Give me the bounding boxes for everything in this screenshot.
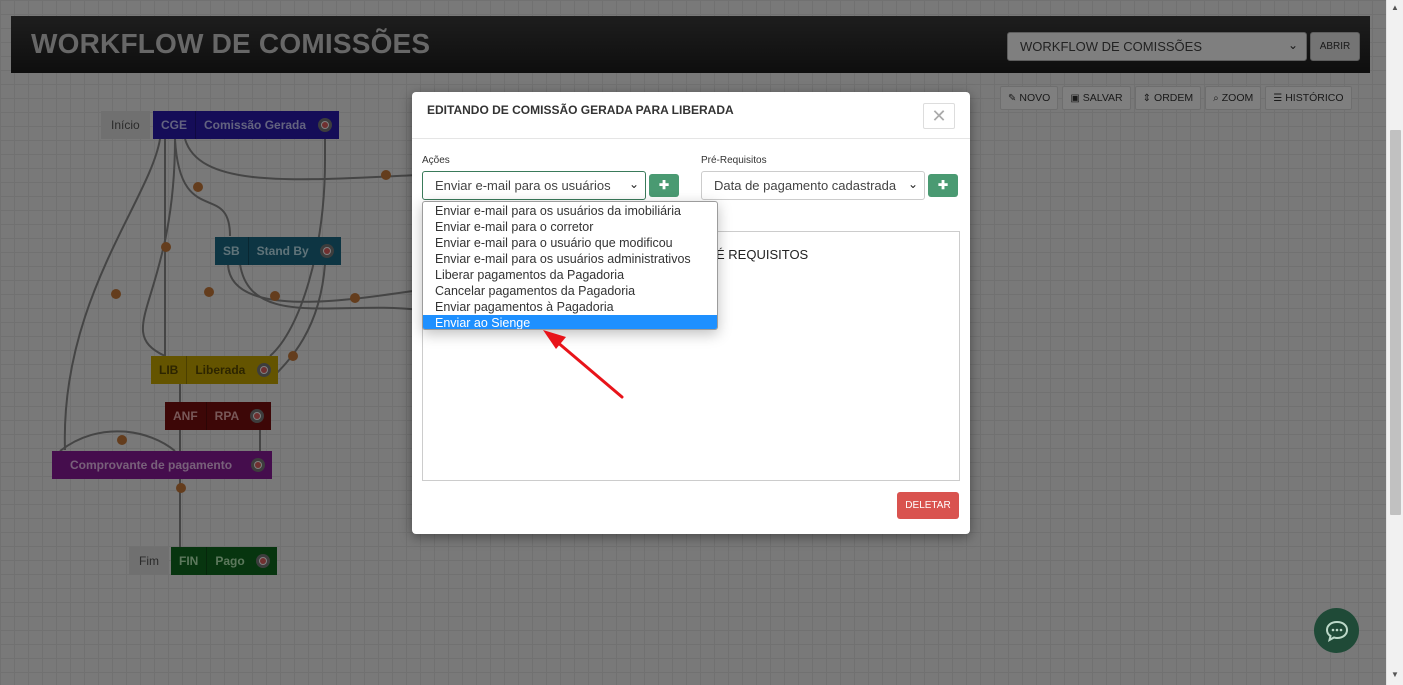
prerequisites-select[interactable]: Data de pagamento cadastrada ⌄ — [701, 171, 925, 200]
prerequisites-heading: É REQUISITOS — [716, 247, 809, 262]
dropdown-option[interactable]: Cancelar pagamentos da Pagadoria — [423, 283, 717, 299]
add-prerequisite-button[interactable]: ✚ — [928, 174, 958, 197]
add-action-button[interactable]: ✚ — [649, 174, 679, 197]
prerequisites-select-value: Data de pagamento cadastrada — [714, 178, 897, 193]
plus-icon: ✚ — [937, 178, 949, 192]
scroll-up-icon[interactable]: ▲ — [1391, 3, 1399, 12]
delete-button[interactable]: DELETAR — [897, 492, 959, 519]
close-icon: ✕ — [931, 106, 947, 126]
actions-dropdown-list: Enviar e-mail para os usuários da imobil… — [422, 201, 718, 330]
chat-icon — [1325, 620, 1348, 642]
close-button[interactable]: ✕ — [923, 103, 955, 129]
page-scrollbar[interactable]: ▲ ▼ — [1386, 0, 1403, 685]
chevron-down-icon: ⌄ — [626, 177, 639, 191]
dropdown-option[interactable]: Enviar e-mail para os usuários administr… — [423, 251, 717, 267]
dropdown-option[interactable]: Enviar pagamentos à Pagadoria — [423, 299, 717, 315]
modal-title: EDITANDO DE COMISSÃO GERADA PARA LIBERAD… — [427, 103, 734, 117]
dropdown-option-selected[interactable]: Enviar ao Sienge — [423, 315, 717, 329]
chat-button[interactable] — [1314, 608, 1359, 653]
dropdown-option[interactable]: Enviar e-mail para os usuários da imobil… — [423, 203, 717, 219]
scroll-down-icon[interactable]: ▼ — [1391, 670, 1399, 679]
dropdown-option[interactable]: Enviar e-mail para o corretor — [423, 219, 717, 235]
dropdown-option[interactable]: Enviar e-mail para o usuário que modific… — [423, 235, 717, 251]
prerequisites-label: Pré-Requisitos — [701, 155, 767, 166]
actions-select[interactable]: Enviar e-mail para os usuários ⌄ — [422, 171, 646, 200]
actions-select-value: Enviar e-mail para os usuários — [435, 178, 611, 193]
dropdown-option[interactable]: Liberar pagamentos da Pagadoria — [423, 267, 717, 283]
modal-header: EDITANDO DE COMISSÃO GERADA PARA LIBERAD… — [412, 92, 970, 139]
chevron-down-icon: ⌄ — [905, 177, 918, 191]
plus-icon: ✚ — [658, 178, 670, 192]
actions-label: Ações — [422, 155, 450, 166]
scrollbar-thumb[interactable] — [1390, 130, 1401, 515]
